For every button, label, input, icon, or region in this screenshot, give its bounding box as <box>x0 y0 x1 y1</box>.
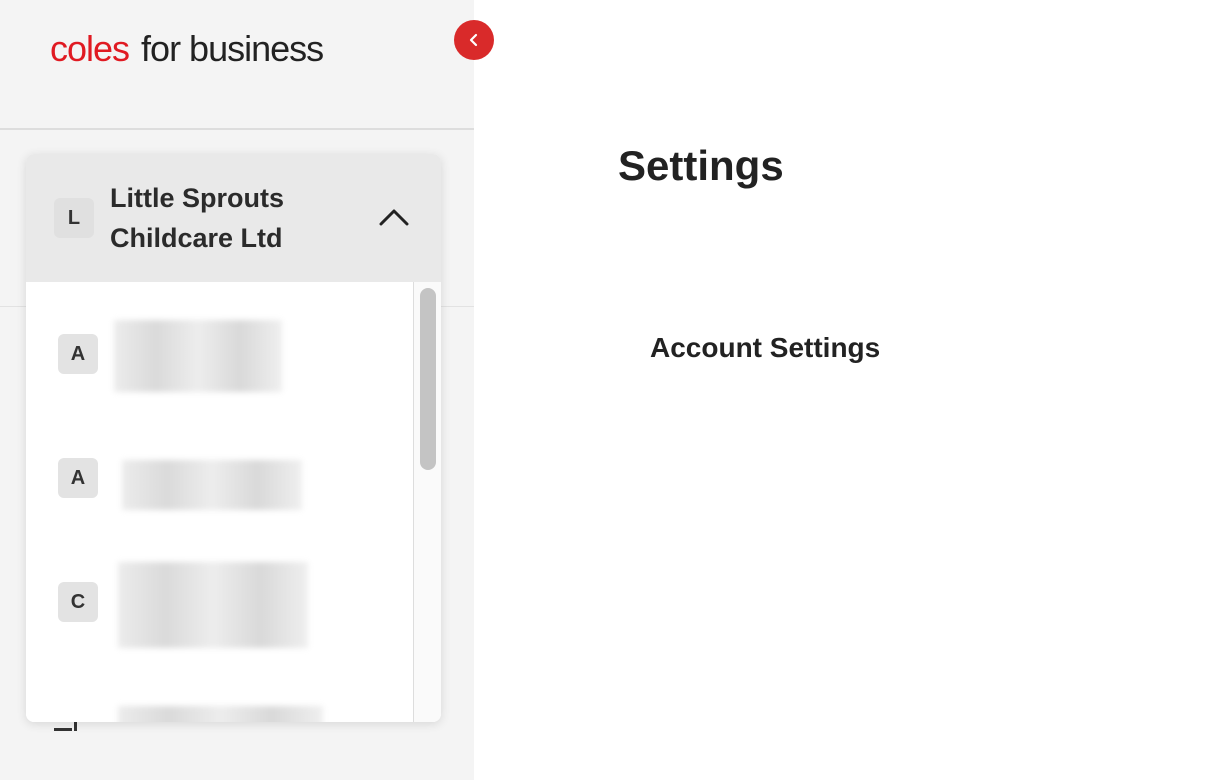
account-avatar: A <box>58 334 98 374</box>
account-name: Little Sprouts Childcare Ltd <box>110 183 284 253</box>
logo-tagline: for business <box>141 28 324 69</box>
sidebar-divider <box>0 128 474 130</box>
account-avatar: L <box>54 198 94 238</box>
sidebar: coles for business L Little Sprouts Child… <box>0 0 474 780</box>
account-switcher-dropdown: L Little Sprouts Childcare Ltd A A C <box>26 154 441 722</box>
collapse-sidebar-button[interactable] <box>454 20 494 60</box>
chevron-left-icon <box>469 33 478 47</box>
account-list: A A C <box>26 282 414 722</box>
account-switcher-toggle[interactable]: L Little Sprouts Childcare Ltd <box>26 154 441 282</box>
redacted-account-name <box>118 706 323 722</box>
account-list-item[interactable]: C <box>26 530 413 648</box>
account-settings-link[interactable]: Account Settings <box>650 332 880 364</box>
account-list-item[interactable]: A <box>26 406 413 516</box>
account-list-item[interactable] <box>26 654 413 722</box>
account-list-item[interactable]: A <box>26 282 413 392</box>
account-avatar: C <box>58 582 98 622</box>
scrollbar-thumb[interactable] <box>420 288 436 470</box>
coles-for-business-logo[interactable]: coles for business <box>50 28 324 70</box>
logo-brand: coles <box>50 28 130 69</box>
app-root: coles for business L Little Sprouts Child… <box>0 0 1218 780</box>
chevron-up-icon <box>379 209 409 226</box>
page-title: Settings <box>618 142 784 189</box>
redacted-account-name <box>114 320 282 392</box>
account-avatar: A <box>58 458 98 498</box>
redacted-account-name <box>118 562 308 648</box>
redacted-account-name <box>122 460 302 510</box>
